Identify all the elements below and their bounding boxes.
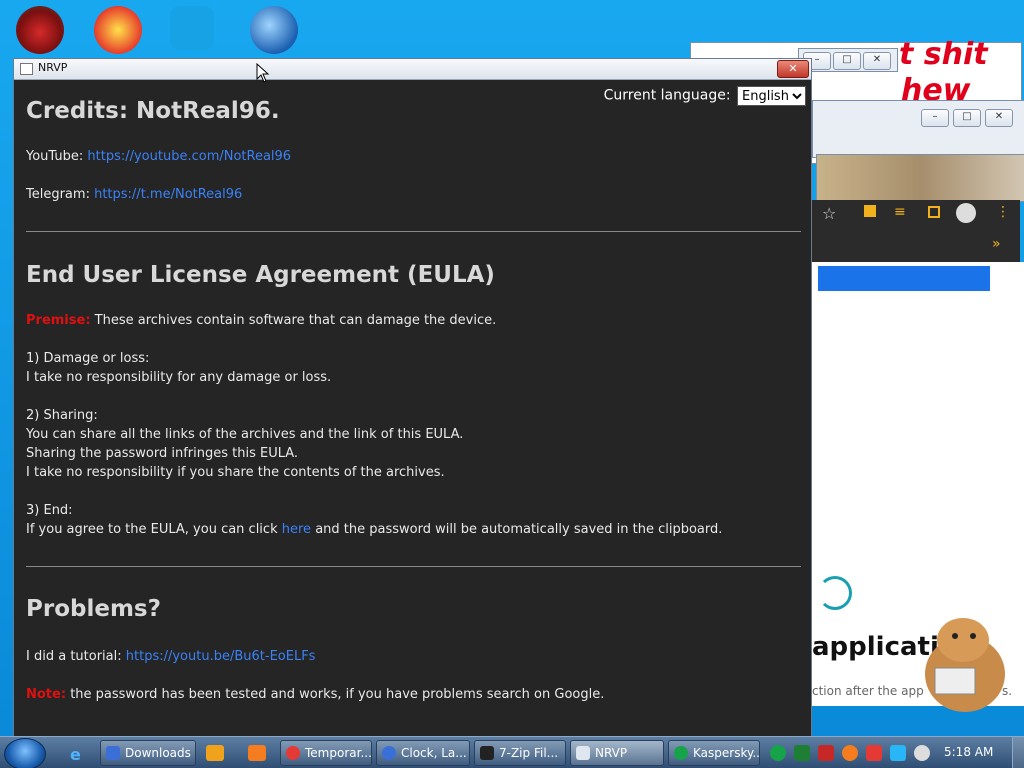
close-button[interactable]: ✕ (985, 109, 1013, 127)
tray-kaspersky-icon[interactable] (770, 745, 786, 761)
window-title: NRVP (38, 61, 68, 74)
close-button[interactable]: ✕ (777, 60, 809, 78)
note-label: Note: (26, 687, 67, 702)
chrome-icon (286, 746, 300, 760)
tutorial-line: I did a tutorial: https://youtu.be/Bu6t-… (26, 647, 315, 666)
maximize-button[interactable]: □ (833, 52, 861, 70)
credits-heading: Credits: NotReal96. (26, 98, 280, 124)
youtube-label: YouTube: (26, 149, 84, 164)
tutorial-label: I did a tutorial: (26, 649, 122, 664)
paint-scribble-text-1: t shit (899, 37, 988, 72)
youtube-line: YouTube: https://youtube.com/NotReal96 (26, 147, 291, 166)
tray-v-icon[interactable] (818, 745, 834, 761)
tray-search-icon[interactable] (842, 745, 858, 761)
menu-icon[interactable]: ⋮ (996, 204, 1010, 220)
nrvp-titlebar[interactable]: NRVP ✕ (14, 59, 811, 80)
section-2-title: 2) Sharing: (26, 408, 98, 423)
media-icon[interactable]: ≡ (894, 204, 906, 220)
taskbar-item-kaspersky[interactable]: Kaspersky... (668, 740, 760, 766)
7zip-icon (480, 746, 494, 760)
taskbar-item-nrvp[interactable]: NRVP (570, 740, 664, 766)
tray-flag-icon[interactable] (866, 745, 882, 761)
telegram-label: Telegram: (26, 187, 90, 202)
desktop-icon-p-app[interactable] (94, 6, 142, 54)
problems-heading: Problems? (26, 596, 161, 622)
taskbar-item-downloads[interactable]: Downloads (100, 740, 196, 766)
taskbar: e Downloads Temporar... Clock, La... 7-Z… (0, 736, 1024, 768)
taskbar-item-label: 7-Zip Fil... (499, 746, 559, 760)
note-line: Note: the password has been tested and w… (26, 685, 604, 704)
premise-text: These archives contain software that can… (94, 313, 497, 328)
taskbar-item-clock[interactable]: Clock, La... (376, 740, 470, 766)
sidepanel-icon[interactable] (928, 206, 940, 218)
minimize-button[interactable]: – (921, 109, 949, 127)
browser-progress-bar (818, 266, 990, 291)
section-1-text: I take no responsibility for any damage … (26, 370, 332, 385)
agree-here-link[interactable]: here (282, 522, 311, 537)
show-desktop-button[interactable] (1012, 737, 1024, 768)
window-icon (576, 746, 590, 760)
taskbar-item-label: Downloads (125, 746, 191, 760)
background-window-image (816, 154, 1024, 202)
hamster-image (925, 618, 1005, 712)
star-icon[interactable]: ☆ (822, 204, 836, 223)
media-player-icon[interactable] (206, 745, 224, 761)
divider (26, 231, 801, 232)
clock-icon (382, 746, 396, 760)
background-window-titlebar: – □ ✕ (798, 48, 898, 72)
tutorial-link[interactable]: https://youtu.be/Bu6t-EoELFs (126, 649, 316, 664)
chevron-icon[interactable]: » (992, 236, 1001, 252)
desktop-icon-game[interactable] (16, 6, 64, 54)
folder-icon (106, 746, 120, 760)
paint-icon[interactable] (248, 745, 266, 761)
nrvp-window: NRVP ✕ Current language: English Credits… (13, 58, 812, 738)
telegram-link[interactable]: https://t.me/NotReal96 (94, 187, 242, 202)
language-select[interactable]: English (737, 86, 806, 106)
taskbar-item-label: Clock, La... (401, 746, 467, 760)
loading-spinner-icon (818, 576, 852, 610)
profile-icon[interactable] (956, 203, 976, 223)
taskbar-item-label: Kaspersky... (693, 746, 760, 760)
section-3-text: If you agree to the EULA, you can click … (26, 520, 722, 539)
ie-icon[interactable]: e (70, 745, 88, 764)
nrvp-content: Current language: English Credits: NotRe… (14, 80, 811, 737)
premise-line: Premise: These archives contain software… (26, 311, 496, 330)
taskbar-clock[interactable]: 5:18 AM (944, 745, 993, 759)
premise-label: Premise: (26, 313, 91, 328)
close-button[interactable]: ✕ (863, 52, 891, 70)
taskbar-item-7zip[interactable]: 7-Zip Fil... (474, 740, 566, 766)
eula-heading: End User License Agreement (EULA) (26, 262, 495, 288)
note-text: the password has been tested and works, … (70, 687, 605, 702)
section-3-before: If you agree to the EULA, you can click (26, 522, 278, 537)
section-1-title: 1) Damage or loss: (26, 351, 150, 366)
background-window-2: – □ ✕ (812, 100, 1024, 158)
kaspersky-icon (674, 746, 688, 760)
background-app-subtext: ction after the app (812, 684, 924, 698)
divider (26, 566, 801, 567)
start-button[interactable] (4, 738, 46, 768)
section-2-line-1: You can share all the links of the archi… (26, 427, 464, 442)
telegram-line: Telegram: https://t.me/NotReal96 (26, 185, 242, 204)
browser-toolbar: ☆ ≡ ⋮ » (812, 200, 1020, 262)
window-app-icon (20, 63, 33, 75)
tray-check-icon[interactable] (794, 745, 810, 761)
language-label: Current language: (603, 87, 731, 104)
section-3-after: and the password will be automatically s… (315, 522, 723, 537)
desktop-icon-globe[interactable] (250, 6, 298, 54)
section-2-line-3: I take no responsibility if you share th… (26, 465, 445, 480)
section-3-title: 3) End: (26, 503, 73, 518)
maximize-button[interactable]: □ (953, 109, 981, 127)
tray-volume-icon[interactable] (914, 745, 930, 761)
youtube-link[interactable]: https://youtube.com/NotReal96 (87, 149, 291, 164)
extensions-icon[interactable] (864, 205, 876, 217)
tray-monitor-icon[interactable] (890, 745, 906, 761)
taskbar-item-label: Temporar... (305, 746, 372, 760)
desktop-icon-skype[interactable] (170, 6, 214, 50)
mouse-cursor-icon (256, 63, 270, 83)
taskbar-item-temporary[interactable]: Temporar... (280, 740, 372, 766)
language-selector: Current language: English (604, 86, 806, 106)
taskbar-item-label: NRVP (595, 746, 628, 760)
section-2-line-2: Sharing the password infringes this EULA… (26, 446, 299, 461)
